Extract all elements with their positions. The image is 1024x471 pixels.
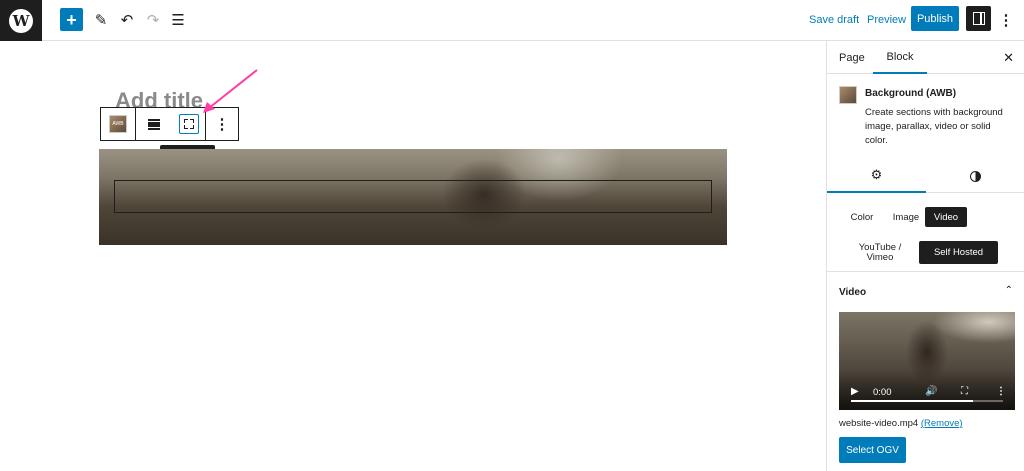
bg-type-color-button[interactable]: Color [843,207,881,227]
player-controls: ▶ 0:00 🔊 ⛶ ⋮ [839,370,1015,410]
options-menu-button[interactable]: ⋮ [997,7,1015,33]
awb-block-icon: AWB [109,115,127,133]
sidebar-tabs: Page Block ✕ [827,41,1024,74]
kebab-icon: ⋮ [214,116,230,133]
kebab-icon: ⋮ [998,12,1014,29]
settings-toggle-button[interactable] [966,6,991,31]
editor-header: W + ✎ ↶ ↷ ☰ Save draft Preview Publish ⋮ [0,0,1024,41]
contrast-icon [970,170,981,182]
settings-sidebar: Page Block ✕ Background (AWB) Create sec… [826,41,1024,471]
add-block-button[interactable]: + [60,8,83,31]
save-draft-button[interactable]: Save draft [809,7,859,33]
video-player[interactable]: ▶ 0:00 🔊 ⛶ ⋮ [839,312,1015,410]
editor-canvas: Add title AWB ⋮ Full Height [0,41,826,471]
video-progress-bar[interactable] [851,400,1003,402]
align-icon [148,118,161,130]
player-time: 0:00 [873,387,892,398]
inner-block-area[interactable] [114,180,712,213]
fullscreen-icon [183,119,194,129]
chevron-up-icon[interactable]: ⌃ [1005,285,1013,296]
annotation-arrow-icon [203,69,258,113]
block-name: Background (AWB) [865,88,957,99]
tools-button[interactable]: ✎ [89,7,113,33]
bg-type-video-button[interactable]: Video [925,207,967,227]
tab-styles[interactable] [926,159,1024,193]
kebab-icon[interactable]: ⋮ [996,386,1006,397]
close-sidebar-button[interactable]: ✕ [1003,50,1014,66]
undo-button[interactable]: ↶ [115,7,139,33]
plus-icon: + [66,9,77,30]
preview-button[interactable]: Preview [867,7,906,33]
block-panel-tabs: ⚙ [827,159,1024,193]
block-description: Create sections with background image, p… [865,107,1003,146]
gear-icon: ⚙ [870,167,883,182]
pencil-icon: ✎ [94,12,108,29]
divider [827,271,1024,272]
wordpress-logo-button[interactable]: W [0,0,42,41]
select-ogv-button[interactable]: Select OGV [839,437,906,463]
full-height-button[interactable] [178,114,199,134]
undo-icon: ↶ [120,12,134,29]
awb-block-icon [839,86,857,104]
close-icon: ✕ [1003,50,1014,65]
align-button[interactable] [142,112,166,136]
tab-settings[interactable]: ⚙ [827,159,926,193]
redo-icon: ↷ [146,12,160,29]
remove-video-link[interactable]: (Remove) [921,418,963,429]
video-filename: website-video.mp4 [839,418,919,429]
video-file-row: website-video.mp4 (Remove) [839,418,963,429]
video-progress-fill [851,400,973,402]
volume-icon[interactable]: 🔊 [925,386,937,397]
tab-page[interactable]: Page [839,41,865,74]
fullscreen-icon[interactable]: ⛶ [961,386,968,397]
video-source-youtube-button[interactable]: YouTube / Vimeo [851,242,909,264]
video-source-self-hosted-button[interactable]: Self Hosted [919,241,998,264]
video-panel-title[interactable]: Video [839,287,866,298]
awb-background-block[interactable] [99,149,727,245]
publish-button[interactable]: Publish [911,6,959,31]
play-icon[interactable]: ▶ [851,386,859,397]
sidebar-toggle-icon [972,12,985,25]
list-view-button[interactable]: ☰ [166,7,190,33]
block-type-button[interactable]: AWB [101,108,136,140]
tab-block[interactable]: Block [873,41,927,74]
list-view-icon: ☰ [171,12,185,29]
wordpress-logo-icon: W [9,8,33,33]
redo-button[interactable]: ↷ [141,7,165,33]
bg-type-image-button[interactable]: Image [887,207,925,227]
